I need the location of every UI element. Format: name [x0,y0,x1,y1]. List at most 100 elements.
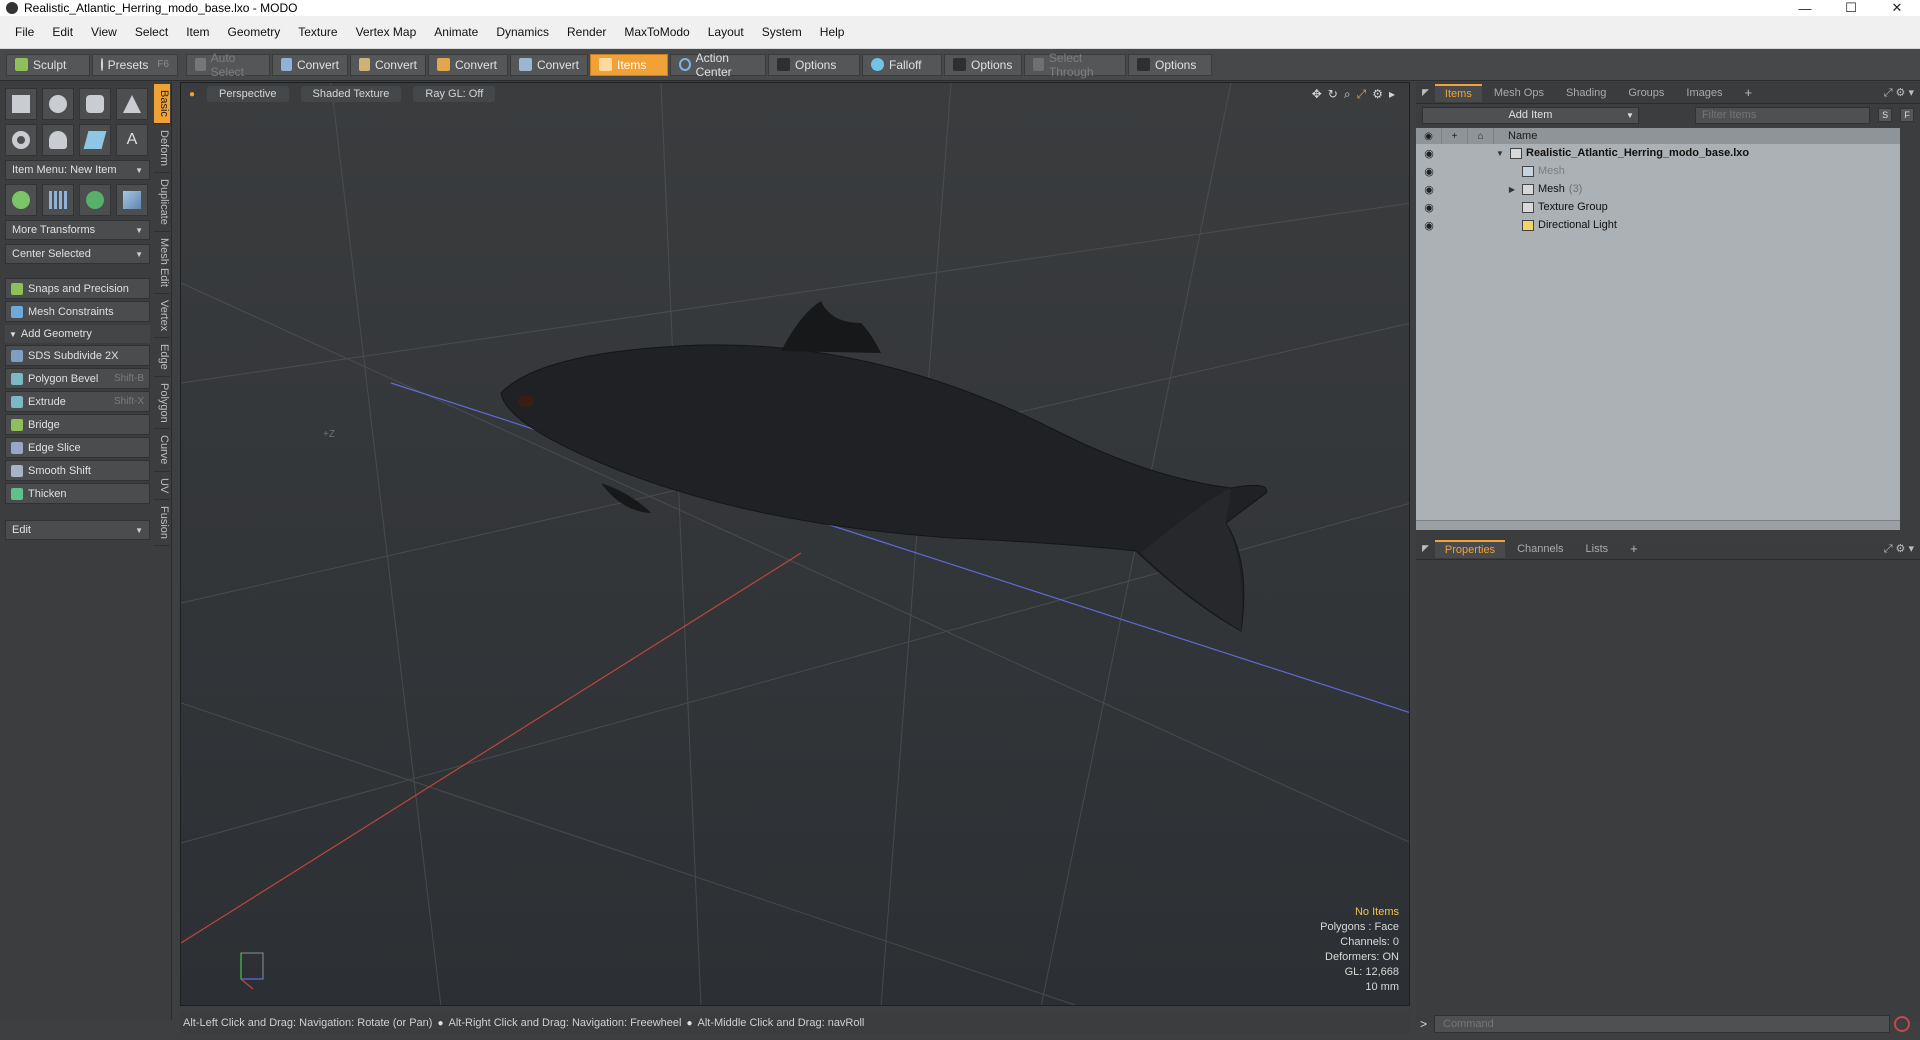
more-transforms-dropdown[interactable]: More Transforms ▼ [5,220,150,240]
tab-mesh-edit[interactable]: Mesh Edit [154,232,170,294]
collapse-triangle-icon[interactable]: ▼ [1494,149,1506,158]
cylinder-tool-button[interactable] [79,88,111,120]
shear-tool-button[interactable] [116,184,148,216]
menu-item[interactable]: Item [177,25,218,39]
panel-menu-icon[interactable]: ◤ [1422,543,1429,554]
edge-slice-button[interactable]: Edge Slice [5,437,150,458]
item-list[interactable]: ◉ + ⌂ Name ◉ ▼ Realistic_Atlantic_Herrin… [1416,128,1900,530]
tab-deform[interactable]: Deform [154,124,170,173]
tab-curve[interactable]: Curve [154,429,170,472]
3d-viewport[interactable]: +Z ● Perspective Shaded Texture Ray GL: … [180,82,1410,1006]
tab-edge[interactable]: Edge [154,338,170,377]
tab-channels[interactable]: Channels [1507,540,1573,558]
eye-icon[interactable]: ◉ [1416,201,1442,214]
sds-subdivide-button[interactable]: SDS Subdivide 2X [5,345,150,366]
panel-options-icon[interactable]: ⤢ ⚙ ▾ [1884,86,1914,100]
tab-basic[interactable]: Basic [154,84,170,124]
extrude-button[interactable]: Extrude Shift-X [5,391,150,412]
tab-fusion[interactable]: Fusion [154,500,170,547]
tab-shading[interactable]: Shading [1556,84,1616,102]
shaded-texture-tab[interactable]: Shaded Texture [300,86,402,102]
menu-texture[interactable]: Texture [289,25,346,39]
menu-geometry[interactable]: Geometry [219,25,290,39]
list-item[interactable]: ◉ Mesh [1416,162,1900,180]
edit-dropdown[interactable]: Edit ▼ [5,520,150,540]
center-selected-dropdown[interactable]: Center Selected ▼ [5,244,150,264]
tab-mesh-ops[interactable]: Mesh Ops [1484,84,1554,102]
filter-items-input[interactable] [1694,106,1871,124]
eye-icon[interactable]: ◉ [1416,183,1442,196]
sphere-tool-button[interactable] [42,88,74,120]
rotate-view-icon[interactable]: ↻ [1328,87,1338,102]
action-center-button[interactable]: Action Center [670,51,766,79]
menu-view[interactable]: View [82,25,126,39]
close-button[interactable]: ✕ [1874,0,1920,16]
tab-items[interactable]: Items [1434,83,1482,102]
record-macro-icon[interactable] [1894,1016,1910,1032]
name-column-header[interactable]: Name [1494,130,1537,142]
render-column-icon[interactable]: ⌂ [1468,128,1494,144]
panel-options-icon[interactable]: ⤢ ⚙ ▾ [1884,542,1914,556]
expand-triangle-icon[interactable]: ▶ [1506,185,1518,194]
convert-edges-button[interactable]: Convert [350,53,426,76]
eye-icon[interactable]: ◉ [1416,219,1442,232]
move-tool-button[interactable] [5,184,37,216]
minimize-button[interactable]: — [1782,1,1828,16]
cone-tool-button[interactable] [116,88,148,120]
visibility-column-eye-icon[interactable]: ◉ [1416,128,1442,144]
menu-dynamics[interactable]: Dynamics [487,25,558,39]
viewport-settings-icon[interactable]: ⚙ [1372,87,1383,102]
convert-materials-button[interactable]: Convert [510,53,588,76]
cube-tool-button[interactable] [5,88,37,120]
menu-vertex-map[interactable]: Vertex Map [347,25,426,39]
scale-tool-button[interactable] [42,184,74,216]
auto-select-button[interactable]: Auto Select [186,51,270,79]
fit-view-icon[interactable]: ⤢ [1357,87,1367,102]
lock-column-icon[interactable]: + [1442,128,1468,144]
polygon-bevel-button[interactable]: Polygon Bevel Shift-B [5,368,150,389]
eye-icon[interactable]: ◉ [1416,147,1442,160]
tab-polygon[interactable]: Polygon [154,377,170,430]
thicken-button[interactable]: Thicken [5,483,150,504]
maximize-button[interactable]: ☐ [1828,0,1874,16]
menu-layout[interactable]: Layout [699,25,753,39]
bridge-button[interactable]: Bridge [5,414,150,435]
command-input[interactable] [1434,1015,1890,1033]
list-item[interactable]: ◉ Texture Group [1416,198,1900,216]
falloff-button[interactable]: Falloff [862,53,942,76]
tab-uv[interactable]: UV [154,472,170,501]
panel-menu-icon[interactable]: ◤ [1422,87,1429,98]
items-mode-button[interactable]: Items [590,53,668,76]
filter-s-button[interactable]: S [1878,108,1893,122]
menu-select[interactable]: Select [126,25,177,39]
ray-gl-tab[interactable]: Ray GL: Off [413,86,496,102]
action-center-options-button[interactable]: Options [768,53,860,76]
convert-polygons-button[interactable]: Convert [428,53,508,76]
rotate-tool-button[interactable] [79,184,111,216]
snaps-precision-button[interactable]: Snaps and Precision [5,278,150,299]
presets-button[interactable]: Presets F6 [92,53,178,76]
item-list-hscrollbar[interactable] [1416,520,1900,530]
mesh-constraints-button[interactable]: Mesh Constraints [5,301,150,322]
menu-edit[interactable]: Edit [43,25,82,39]
tab-images[interactable]: Images [1676,84,1732,102]
menu-file[interactable]: File [6,25,43,39]
filter-f-button[interactable]: F [1900,108,1914,122]
convert-vertices-button[interactable]: Convert [272,53,348,76]
select-through-options-button[interactable]: Options [1128,53,1212,76]
pen-tool-button[interactable] [79,124,111,156]
viewport-menu-icon[interactable]: ● [189,89,195,100]
text-tool-button[interactable]: A [116,124,148,156]
tab-vertex[interactable]: Vertex [154,294,170,338]
menu-animate[interactable]: Animate [425,25,487,39]
pan-icon[interactable]: ✥ [1312,87,1322,102]
select-through-button[interactable]: Select Through [1024,51,1126,79]
viewport-expand-icon[interactable]: ▸ [1389,87,1395,102]
tab-duplicate[interactable]: Duplicate [154,173,170,232]
item-menu-dropdown[interactable]: Item Menu: New Item ▼ [5,160,150,180]
menu-maxtomodo[interactable]: MaxToModo [615,25,698,39]
sculpt-button[interactable]: Sculpt [6,53,90,76]
add-geometry-section[interactable]: ▼ Add Geometry [5,325,150,343]
menu-render[interactable]: Render [558,25,615,39]
zoom-icon[interactable]: ⌕ [1344,87,1351,102]
